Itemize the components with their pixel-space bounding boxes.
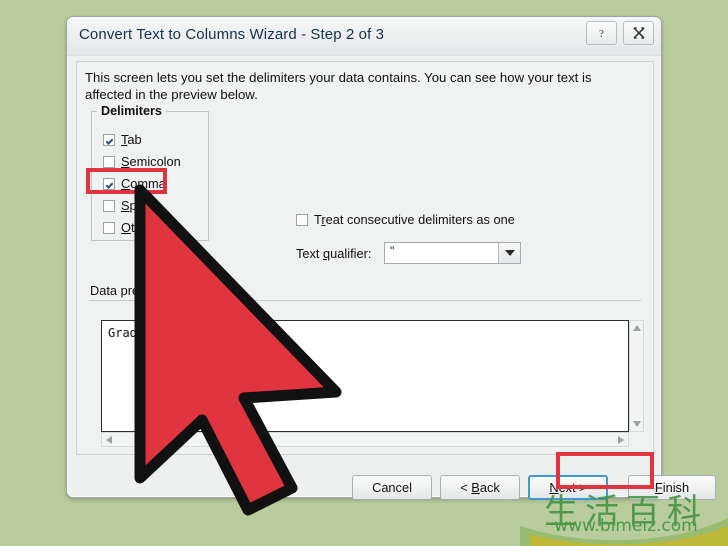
help-icon[interactable]: ? [586, 21, 617, 45]
other-delimiter-input[interactable] [189, 278, 229, 295]
checkbox-tab-box[interactable] [103, 133, 115, 146]
checkbox-other-label: Other: [121, 220, 157, 235]
data-preview-label: Data preview [90, 283, 165, 298]
finish-button-label: Finish [654, 480, 690, 495]
checkbox-treat-consecutive-box[interactable] [296, 213, 308, 226]
svg-text:?: ? [599, 28, 604, 40]
question-mark-icon: ? [599, 28, 604, 40]
data-preview-separator [89, 300, 641, 301]
checkbox-space-label: Space [121, 198, 158, 213]
close-button[interactable] [623, 21, 654, 45]
data-preview-pane[interactable]: Grade [101, 320, 629, 432]
title-bar: Convert Text to Columns Wizard - Step 2 … [67, 17, 661, 56]
text-qualifier-dropdown[interactable]: " [384, 242, 521, 264]
text-qualifier-label: Text qualifier: [296, 246, 372, 261]
watermark-url: www.bimeiz.com [554, 516, 698, 536]
checkbox-space-box[interactable] [103, 199, 115, 212]
close-icon [632, 27, 645, 39]
text-qualifier-value: " [390, 244, 395, 258]
preview-horizontal-scrollbar[interactable] [101, 432, 629, 447]
data-preview-text: Grade [108, 326, 145, 340]
watermark-swoosh-icon [520, 518, 728, 546]
checkbox-semicolon-box[interactable] [103, 155, 115, 168]
scroll-up-icon[interactable] [633, 325, 641, 331]
chevron-down-icon[interactable] [498, 243, 520, 263]
delimiters-legend: Delimiters [97, 104, 166, 118]
checkbox-other[interactable]: Other: [103, 220, 157, 235]
checkbox-semicolon-label: Semicolon [121, 154, 181, 169]
scroll-left-icon[interactable] [106, 436, 112, 444]
checkbox-treat-consecutive[interactable]: Treat consecutive delimiters as one [296, 212, 515, 227]
scroll-down-icon[interactable] [633, 421, 641, 427]
finish-highlight-box [556, 452, 654, 489]
comma-highlight-box [86, 168, 167, 194]
checkbox-treat-consecutive-label: Treat consecutive delimiters as one [314, 212, 515, 227]
back-button[interactable]: < Back [440, 475, 520, 500]
checkbox-other-box[interactable] [103, 221, 115, 234]
scroll-right-icon[interactable] [618, 436, 624, 444]
cancel-button[interactable]: Cancel [352, 475, 432, 500]
checkbox-tab[interactable]: Tab [103, 132, 142, 147]
checkbox-space[interactable]: Space [103, 198, 157, 213]
instruction-text: This screen lets you set the delimiters … [85, 70, 592, 102]
checkbox-tab-label: Tab [121, 132, 142, 147]
checkbox-semicolon[interactable]: Semicolon [103, 154, 181, 169]
dialog-content-panel: This screen lets you set the delimiters … [76, 61, 654, 455]
convert-text-to-columns-dialog: Convert Text to Columns Wizard - Step 2 … [66, 16, 716, 500]
preview-vertical-scrollbar[interactable] [629, 320, 644, 432]
back-button-label: < Back [460, 480, 500, 495]
window-title: Convert Text to Columns Wizard - Step 2 … [79, 26, 385, 43]
cancel-button-label: Cancel [372, 480, 412, 495]
